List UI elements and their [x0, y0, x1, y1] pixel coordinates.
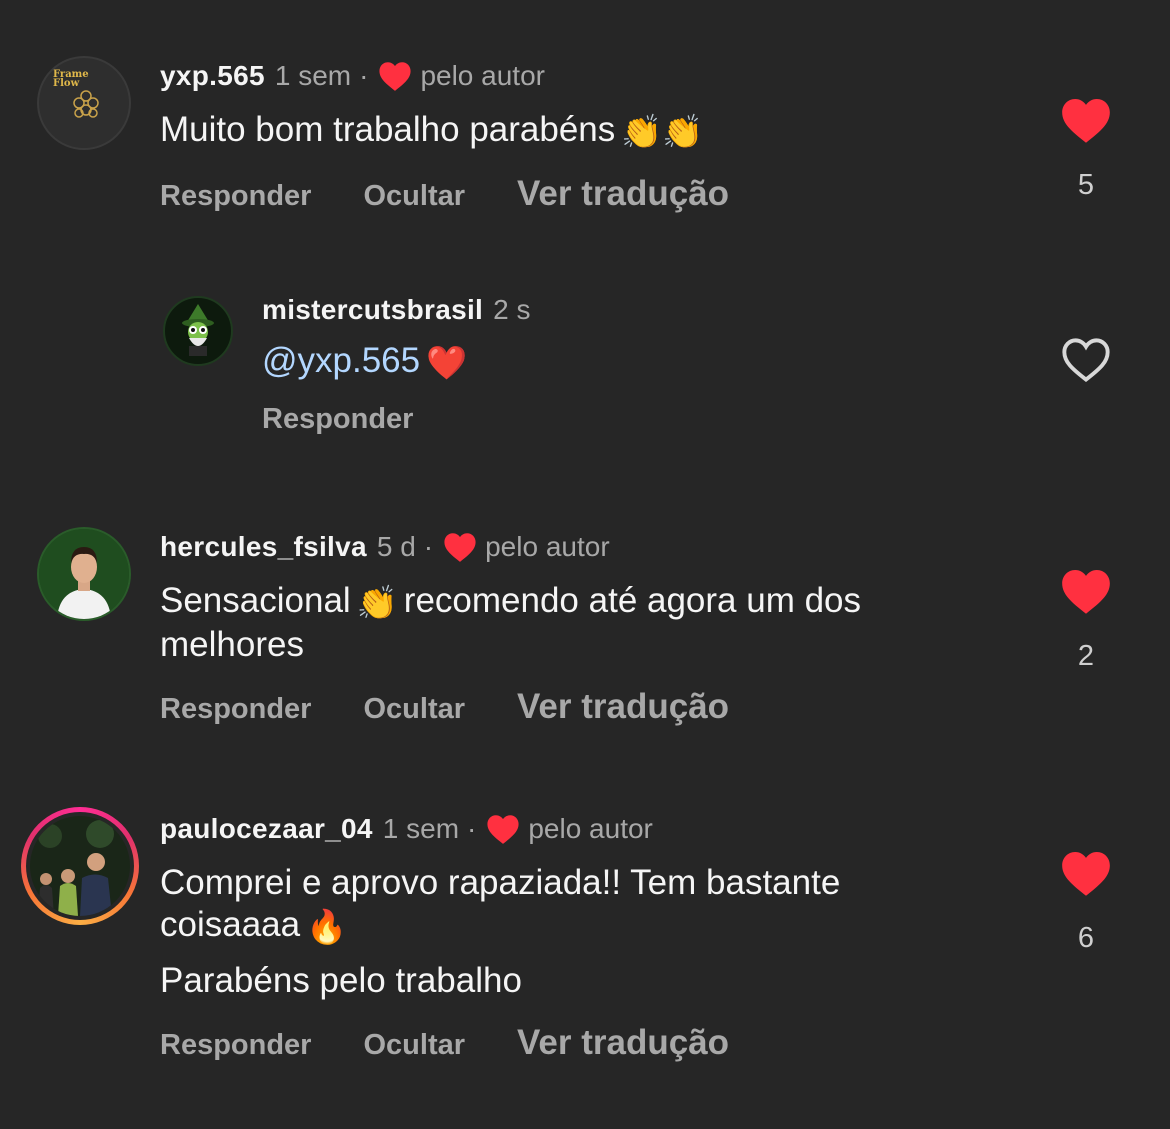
comment-text-part: coisaaaa — [160, 905, 301, 944]
comment-actions: Responder Ocultar Ver tradução — [160, 687, 729, 727]
reply-button[interactable]: Responder — [160, 1029, 311, 1062]
heart-filled-icon — [379, 62, 412, 91]
comment-text-line: Comprei e aprovo rapaziada!! Tem bastant… — [160, 863, 841, 902]
fire-emoji: 🔥 — [306, 908, 348, 945]
heart-filled-icon — [444, 533, 476, 562]
comment-text: Muito bom trabalho parabéns 👏👏 — [160, 109, 709, 153]
comment-meta: hercules_fsilva 5 d · pelo autor — [160, 531, 610, 563]
heart-outline-icon — [1062, 338, 1110, 383]
like-button[interactable] — [1060, 96, 1112, 144]
honeycomb-icon — [73, 90, 99, 118]
comment-actions: Responder Ocultar Ver tradução — [160, 1023, 729, 1063]
comment-actions: Responder Ocultar Ver tradução — [160, 174, 729, 214]
username[interactable]: paulocezaar_04 — [160, 813, 373, 845]
heart-filled-icon — [1062, 569, 1110, 614]
username[interactable]: mistercutsbrasil — [262, 294, 483, 326]
liked-by-author-label: pelo autor — [528, 813, 653, 844]
like-button[interactable] — [1060, 335, 1112, 383]
comment-text-part: Sensacional — [160, 581, 351, 620]
reply-button[interactable]: Responder — [160, 693, 311, 726]
heart-filled-icon — [487, 815, 519, 844]
like-count: 2 — [1077, 640, 1095, 672]
liked-by-author-label: pelo autor — [485, 531, 610, 562]
person-photo-icon — [39, 529, 129, 619]
comment-text: @yxp.565 ❤️ — [262, 340, 473, 384]
username[interactable]: hercules_fsilva — [160, 531, 367, 563]
like-count: 5 — [1077, 169, 1095, 201]
timestamp: 1 sem — [274, 60, 352, 91]
comment-meta: paulocezaar_04 1 sem · pelo autor — [160, 813, 653, 845]
avatar[interactable]: Frame Flow — [37, 56, 131, 150]
liked-by-author-label: pelo autor — [420, 60, 545, 91]
timestamp: 1 sem — [382, 813, 460, 844]
reply-button[interactable]: Responder — [160, 180, 311, 213]
heart-filled-icon — [1062, 98, 1110, 143]
separator-dot: · — [359, 60, 369, 91]
mention-link[interactable]: @yxp.565 — [262, 341, 420, 380]
hide-button[interactable]: Ocultar — [363, 180, 465, 213]
comment-meta: yxp.565 1 sem · pelo autor — [160, 60, 545, 92]
wizard-avatar-icon — [182, 304, 214, 356]
comment-actions: Responder — [262, 403, 465, 436]
group-photo-icon — [30, 816, 130, 916]
comment-text-main: Muito bom trabalho parabéns — [160, 110, 616, 149]
comment-text: Sensacional 👏 recomendo até agora um dos m… — [160, 580, 980, 666]
separator-dot: · — [423, 531, 434, 562]
comment-text-line: melhores — [160, 625, 304, 664]
avatar[interactable] — [37, 527, 131, 621]
hide-button[interactable]: Ocultar — [363, 693, 465, 726]
like-button[interactable] — [1060, 567, 1112, 615]
heart-filled-icon — [1062, 851, 1110, 896]
like-button[interactable] — [1060, 849, 1112, 897]
comment-meta: mistercutsbrasil 2 s — [262, 294, 530, 326]
timestamp: 5 d — [376, 531, 416, 562]
see-translation-button[interactable]: Ver tradução — [517, 1023, 729, 1063]
separator-dot: · — [467, 813, 477, 844]
clapping-hands-emoji: 👏👏 — [621, 113, 704, 150]
red-heart-emoji: ❤️ — [426, 344, 468, 381]
comment-text: Comprei e aprovo rapaziada!! Tem bastant… — [160, 862, 1000, 1002]
username[interactable]: yxp.565 — [160, 60, 265, 92]
hide-button[interactable]: Ocultar — [363, 1029, 465, 1062]
see-translation-button[interactable]: Ver tradução — [517, 174, 729, 214]
see-translation-button[interactable]: Ver tradução — [517, 687, 729, 727]
story-ring-avatar[interactable] — [21, 807, 139, 925]
comment-text-line: Parabéns pelo trabalho — [160, 961, 522, 1000]
reply-button[interactable]: Responder — [262, 403, 413, 436]
comment-text-part: recomendo até agora um dos — [403, 581, 862, 620]
timestamp: 2 s — [493, 294, 531, 325]
like-count: 6 — [1077, 922, 1095, 954]
avatar[interactable] — [163, 296, 233, 366]
clapping-hands-emoji: 👏 — [356, 584, 398, 621]
